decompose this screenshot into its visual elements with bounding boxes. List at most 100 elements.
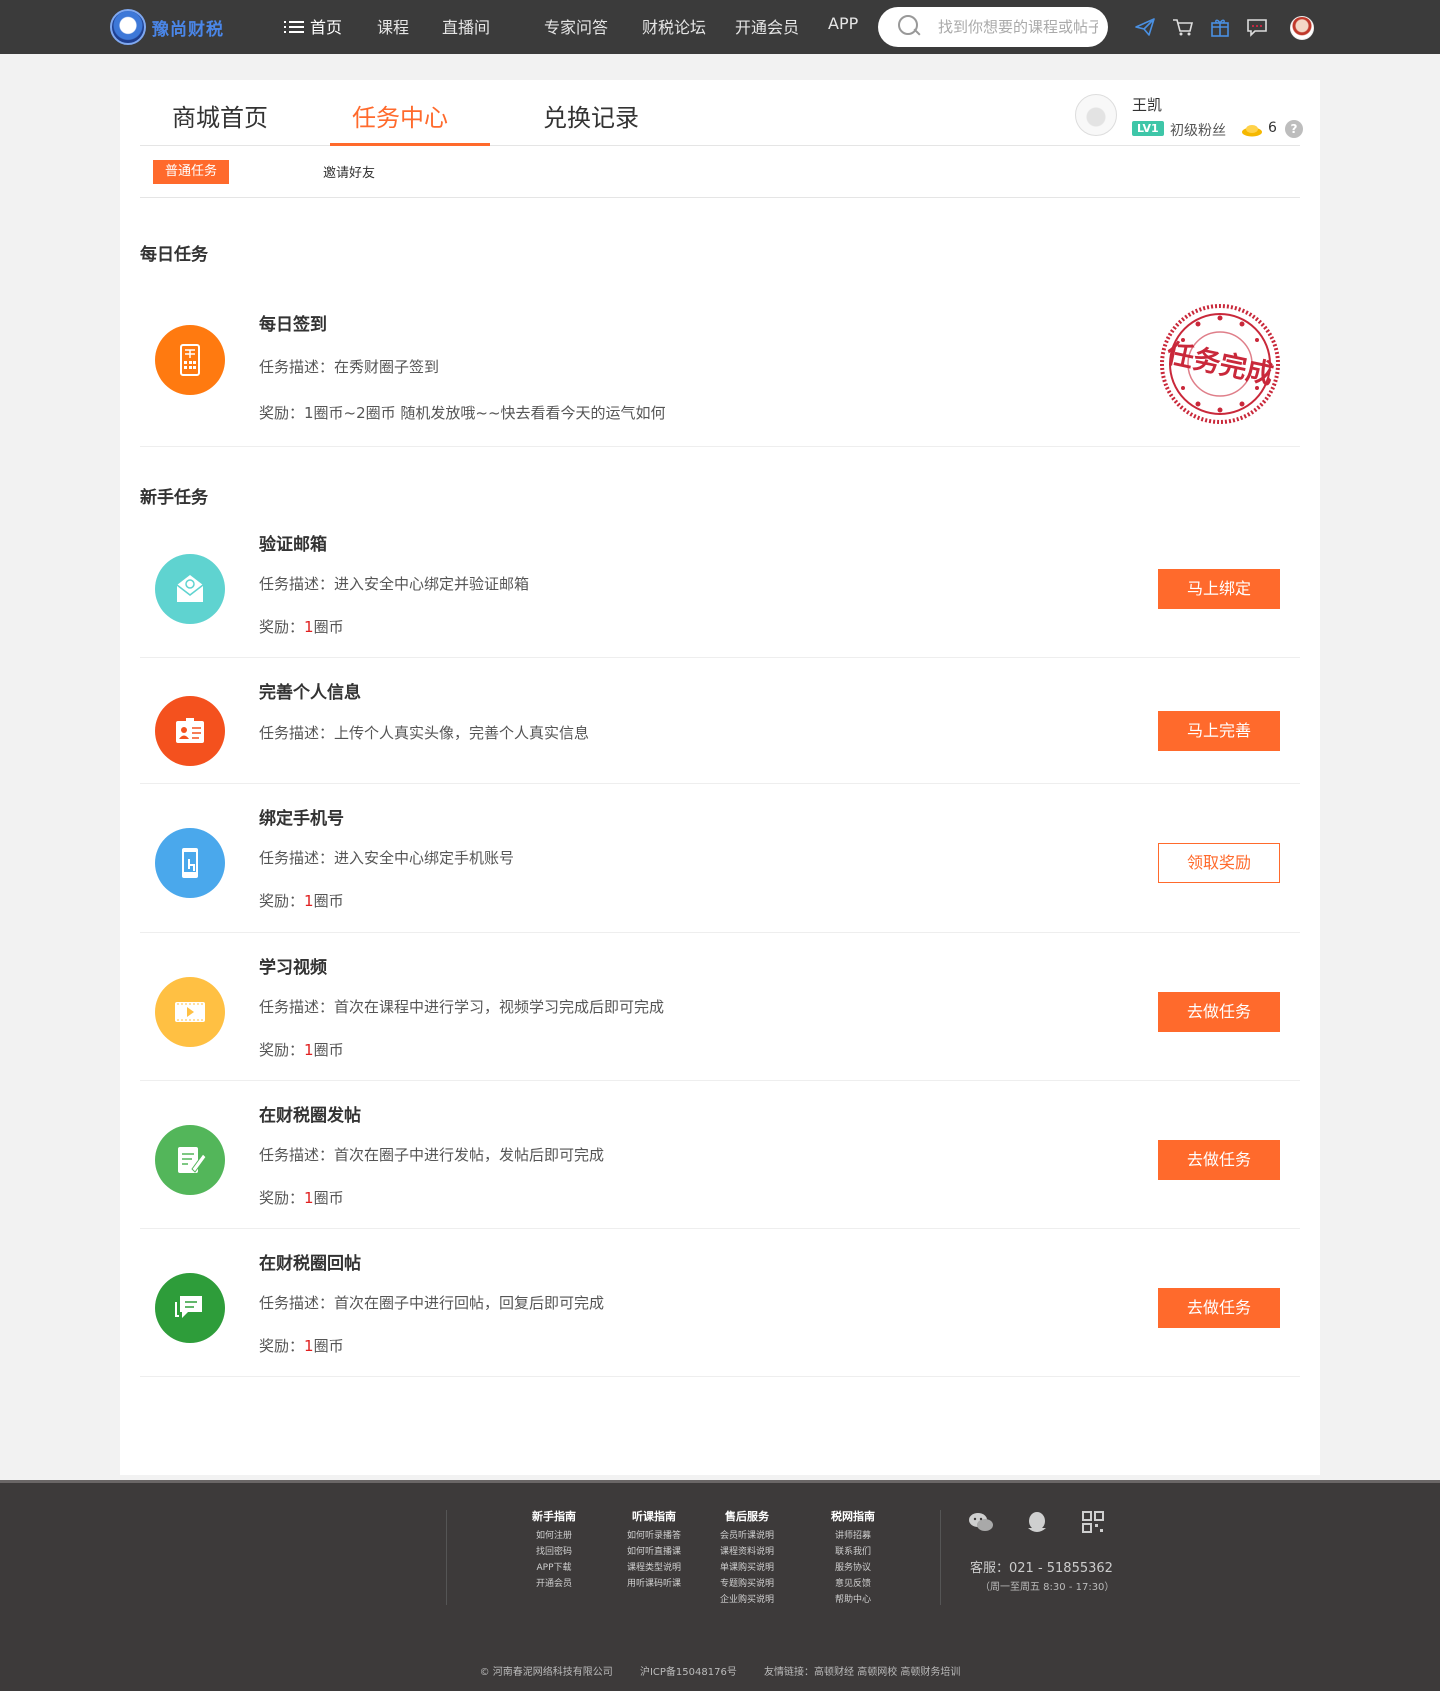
task-description: 任务描述：首次在课程中进行学习，视频学习完成后即可完成 <box>259 998 665 1016</box>
footer-col-tax-guide: 税网指南 讲师招募 联系我们 服务协议 意见反馈 帮助中心 <box>831 1508 875 1608</box>
task-reward: 奖励：1圈币~2圈币 随机发放哦~~快去看看今天的运气如何 <box>259 404 666 422</box>
task-title: 在财税圈回帖 <box>259 1254 361 1274</box>
gift-icon[interactable] <box>1209 17 1231 37</box>
nav-membership[interactable]: 开通会员 <box>735 14 799 38</box>
reply-icon <box>155 1273 225 1343</box>
footer-col-lecture: 听课指南 如何听录播答 如何听直播课 课程类型说明 用听课码听课 <box>627 1508 681 1592</box>
task-description: 任务描述：首次在圈子中进行回帖，回复后即可完成 <box>259 1294 605 1312</box>
qq-icon[interactable] <box>1024 1510 1050 1534</box>
plane-icon[interactable] <box>1134 17 1156 37</box>
task-action-button[interactable]: 马上完善 <box>1158 711 1280 751</box>
cart-icon[interactable] <box>1172 17 1194 37</box>
task-center-card: 商城首页 任务中心 兑换记录 王凯 LV1 初级粉丝 6 ? 普通任务 邀请好友… <box>120 80 1320 1475</box>
task-title: 每日签到 <box>259 315 327 335</box>
level-badge: LV1 <box>1132 121 1164 136</box>
newbie-task-row: 在财税圈回帖 任务描述：首次在圈子中进行回帖，回复后即可完成 奖励：1圈币 去做任务 <box>140 1229 1300 1377</box>
task-description: 任务描述：首次在圈子中进行发帖，发帖后即可完成 <box>259 1146 605 1164</box>
footer-link[interactable]: 会员听课说明 <box>720 1528 774 1544</box>
footer-link[interactable]: 专题购买说明 <box>720 1576 774 1592</box>
task-action-button[interactable]: 去做任务 <box>1158 992 1280 1032</box>
daily-tasks-heading: 每日任务 <box>140 245 208 265</box>
nav-app[interactable]: APP <box>828 14 858 33</box>
footer-link[interactable]: 如何注册 <box>532 1528 576 1544</box>
email-icon <box>155 554 225 624</box>
footer-link[interactable]: 如何听直播课 <box>627 1544 681 1560</box>
task-subtabs: 普通任务 邀请好友 <box>140 146 1300 198</box>
footer-link[interactable]: 帮助中心 <box>831 1592 875 1608</box>
post-edit-icon <box>155 1125 225 1195</box>
task-complete-stamp: 任务完成 <box>1156 300 1284 428</box>
newbie-task-row: 学习视频任务描述：首次在课程中进行学习，视频学习完成后即可完成 奖励：1圈币 去做任… <box>140 933 1300 1081</box>
brand-logo[interactable]: 豫尚财税 <box>110 7 224 47</box>
logo-mark-icon <box>110 9 146 45</box>
coin-count: 6 <box>1268 120 1277 136</box>
footer-link[interactable]: 单课购买说明 <box>720 1560 774 1576</box>
newbie-task-row: 绑定手机号 任务描述：进入安全中心绑定手机账号 奖励：1圈币 领取奖励 <box>140 784 1300 933</box>
wechat-icon[interactable] <box>968 1510 994 1534</box>
nav-live[interactable]: 直播间 <box>442 14 490 38</box>
tab-exchange-records[interactable]: 兑换记录 <box>543 98 639 133</box>
footer-col-aftersales: 售后服务 会员听课说明 课程资料说明 单课购买说明 专题购买说明 企业购买说明 <box>720 1508 774 1608</box>
newbie-tasks-heading: 新手任务 <box>140 488 208 508</box>
footer-link[interactable]: 如何听录播答 <box>627 1528 681 1544</box>
footer-link[interactable]: 课程资料说明 <box>720 1544 774 1560</box>
copyright-company: © 河南春泥网络科技有限公司 <box>479 1667 613 1678</box>
footer-link[interactable]: APP下载 <box>532 1560 576 1576</box>
tab-task-center[interactable]: 任务中心 <box>352 98 448 133</box>
icp-number: 沪ICP备15048176号 <box>639 1667 737 1678</box>
footer-link[interactable]: 服务协议 <box>831 1560 875 1576</box>
user-avatar[interactable] <box>1075 94 1117 136</box>
footer-link[interactable]: 用听课码听课 <box>627 1576 681 1592</box>
search-icon[interactable] <box>896 12 926 42</box>
help-icon[interactable]: ? <box>1285 120 1303 138</box>
task-title: 在财税圈发帖 <box>259 1106 361 1126</box>
search-input[interactable] <box>938 18 1098 36</box>
footer-divider <box>0 1480 1440 1483</box>
footer: 新手指南 如何注册 找回密码 APP下载 开通会员 听课指南 如何听录播答 如何… <box>0 1480 1440 1691</box>
task-description: 任务描述：进入安全中心绑定并验证邮箱 <box>259 575 530 593</box>
tab-mall-home[interactable]: 商城首页 <box>172 98 268 133</box>
qrcode-icon[interactable] <box>1080 1510 1106 1534</box>
task-reward: 奖励：1圈币 <box>259 1189 344 1207</box>
footer-link[interactable]: 开通会员 <box>532 1576 576 1592</box>
nav-home[interactable]: 首页 <box>284 14 342 38</box>
service-hours: （周一至周五 8:30 - 17:30） <box>980 1582 1115 1593</box>
task-title: 完善个人信息 <box>259 683 361 703</box>
footer-link[interactable]: 课程类型说明 <box>627 1560 681 1576</box>
footer-link[interactable]: 企业购买说明 <box>720 1592 774 1608</box>
brand-name: 豫尚财税 <box>152 19 224 40</box>
fan-level-label: 初级粉丝 <box>1170 123 1226 139</box>
footer-link[interactable]: 联系我们 <box>831 1544 875 1560</box>
footer-col-newbie: 新手指南 如何注册 找回密码 APP下载 开通会员 <box>532 1508 576 1592</box>
task-description: 任务描述：进入安全中心绑定手机账号 <box>259 849 515 867</box>
daily-sign-in-task: 每日签到 任务描述：在秀财圈子签到 奖励：1圈币~2圈币 随机发放哦~~快去看看… <box>140 285 1300 447</box>
footer-link[interactable]: 找回密码 <box>532 1544 576 1560</box>
profile-card-icon <box>155 696 225 766</box>
task-action-button[interactable]: 去做任务 <box>1158 1288 1280 1328</box>
sign-in-icon <box>155 325 225 395</box>
task-action-button[interactable]: 领取奖励 <box>1158 843 1280 883</box>
footer-divider <box>446 1510 447 1605</box>
subtab-normal-tasks[interactable]: 普通任务 <box>153 160 229 184</box>
nav-expert-qa[interactable]: 专家问答 <box>544 14 608 38</box>
chat-icon[interactable] <box>1246 17 1268 37</box>
footer-link[interactable]: 意见反馈 <box>831 1576 875 1592</box>
friend-links[interactable]: 友情链接：高顿财经 高顿网校 高顿财务培训 <box>764 1667 960 1678</box>
task-description: 任务描述：上传个人真实头像，完善个人真实信息 <box>259 724 590 742</box>
task-title: 学习视频 <box>259 958 327 978</box>
avatar[interactable] <box>1290 16 1314 40</box>
top-nav-bar: 豫尚财税 首页 课程 直播间 专家问答 财税论坛 开通会员 APP <box>0 0 1440 54</box>
footer-link[interactable]: 讲师招募 <box>831 1528 875 1544</box>
task-reward: 奖励：1圈币 <box>259 892 344 910</box>
subtab-invite-friends[interactable]: 邀请好友 <box>323 162 375 181</box>
newbie-task-row: 验证邮箱 任务描述：进入安全中心绑定并验证邮箱 奖励：1圈币 马上绑定 <box>140 510 1300 658</box>
nav-courses[interactable]: 课程 <box>377 14 409 38</box>
task-action-button[interactable]: 马上绑定 <box>1158 569 1280 609</box>
service-phone: 客服：021 - 51855362 <box>970 1561 1113 1576</box>
task-title: 验证邮箱 <box>259 535 327 555</box>
task-action-button[interactable]: 去做任务 <box>1158 1140 1280 1180</box>
user-info: 王凯 LV1 初级粉丝 6 ? <box>1075 92 1315 142</box>
video-icon <box>155 977 225 1047</box>
nav-forum[interactable]: 财税论坛 <box>642 14 706 38</box>
task-reward: 奖励：1圈币 <box>259 1041 344 1059</box>
